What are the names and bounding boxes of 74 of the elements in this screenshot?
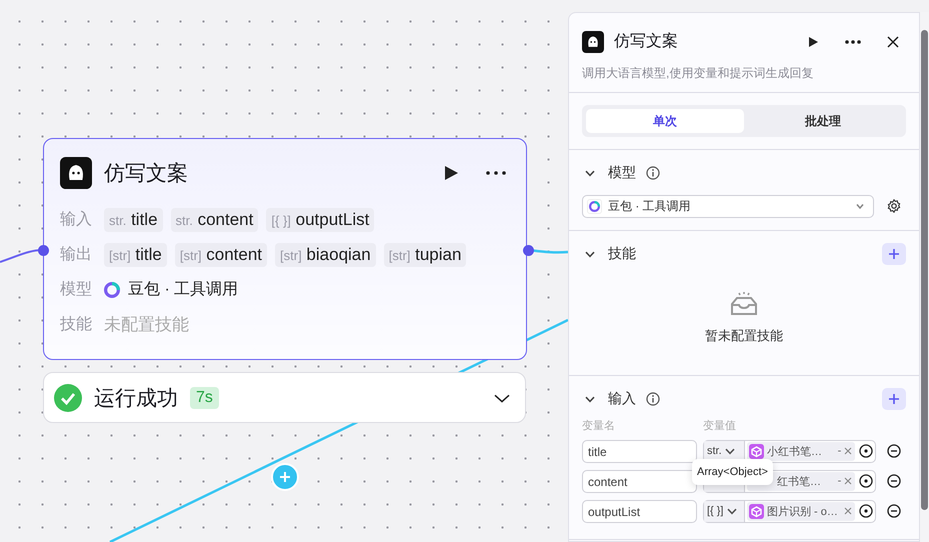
plus-icon <box>888 393 900 405</box>
cube-icon <box>748 504 764 518</box>
play-icon <box>442 164 460 182</box>
info-icon <box>646 166 660 180</box>
field-label: 技能 <box>60 314 93 335</box>
column-header: 变量名 <box>582 418 616 433</box>
more-icon <box>845 40 861 44</box>
input-field[interactable]: content <box>582 470 697 492</box>
target-icon <box>859 474 874 488</box>
variable-tag: str. content <box>170 208 258 232</box>
target-icon <box>859 504 874 518</box>
play-icon <box>806 34 820 48</box>
tab[interactable]: 批处理 <box>744 109 902 133</box>
tab[interactable]: 单次 <box>586 109 744 133</box>
panel-description: 调用大语言模型,使用变量和提示词生成回复 <box>569 53 919 93</box>
section-title: 输入 <box>608 390 636 408</box>
more-icon <box>486 171 506 175</box>
reference-suffix: - <box>838 445 842 457</box>
tooltip: Array<Object> <box>692 459 773 485</box>
remove-icon <box>844 507 852 515</box>
empty-tray-icon <box>729 291 759 317</box>
column-header: 变量值 <box>703 418 736 433</box>
target-icon <box>859 444 874 458</box>
model-logo-icon <box>104 282 120 298</box>
ghost-logo-icon <box>582 30 604 52</box>
variable-tag: str. title <box>104 208 163 232</box>
variable-tag: [str] title <box>104 242 167 266</box>
field-label: 输入 <box>60 210 93 230</box>
empty-state-text: 暂未配置技能 <box>705 327 783 345</box>
section-title: 技能 <box>608 245 636 263</box>
plus-icon <box>888 248 900 260</box>
field-label: 输出 <box>60 244 93 265</box>
close-icon <box>887 36 899 48</box>
input-field[interactable]: title <box>582 440 697 462</box>
model-name: 豆包 · 工具调用 <box>128 280 238 300</box>
port-handle[interactable] <box>38 245 49 256</box>
dropdown-value: 豆包 · 工具调用 <box>608 198 691 214</box>
run-status-bar[interactable]: 运行成功 7s <box>43 372 526 423</box>
port-handle[interactable] <box>523 245 534 256</box>
node-card[interactable]: 仿写文案 输入 str. title str. content [{ }] outputList 输出 [str] title [str] content [str] biaoqian [str] tupian 模型 豆包 · 工具调用 技能 未配置技能 <box>43 138 527 360</box>
minus-icon <box>887 474 902 488</box>
chevron-down-icon <box>855 201 865 211</box>
add-button[interactable] <box>882 243 906 265</box>
model-logo-icon <box>589 200 600 212</box>
minus-icon <box>887 504 902 518</box>
field-label: 模型 <box>60 280 93 300</box>
reference-tag[interactable]: 小红书笔… - <box>746 442 856 460</box>
model-dropdown[interactable]: 豆包 · 工具调用 <box>582 194 874 218</box>
cube-icon <box>748 444 764 458</box>
ghost-logo-icon <box>60 157 92 189</box>
reference-suffix: - <box>838 475 842 487</box>
settings-icon <box>887 199 901 213</box>
minus-icon <box>887 444 902 458</box>
input-field[interactable]: outputList <box>582 500 697 522</box>
success-check-icon <box>54 384 82 412</box>
variable-tag: [str] biaoqian <box>275 242 376 266</box>
status-text: 运行成功 <box>94 386 178 412</box>
type-dropdown[interactable]: str. <box>704 440 745 462</box>
node-title: 仿写文案 <box>104 161 188 187</box>
info-icon <box>646 392 660 406</box>
remove-icon <box>844 447 852 455</box>
variable-tag: [{ }] outputList <box>266 208 374 232</box>
variable-tag: [str] tupian <box>384 242 466 266</box>
section-title: 模型 <box>608 164 636 182</box>
duration-badge: 7s <box>190 386 219 408</box>
remove-icon <box>844 477 852 485</box>
empty-text: 未配置技能 <box>104 314 189 336</box>
add-node-button[interactable] <box>271 463 299 491</box>
variable-tag: [str] content <box>174 242 268 266</box>
add-button[interactable] <box>882 388 906 410</box>
type-dropdown[interactable]: [{ }] <box>704 500 745 522</box>
plus-icon <box>279 471 291 483</box>
panel-title: 仿写文案 <box>614 31 678 52</box>
reference-tag[interactable]: 图片识别 - o… <box>746 502 856 520</box>
